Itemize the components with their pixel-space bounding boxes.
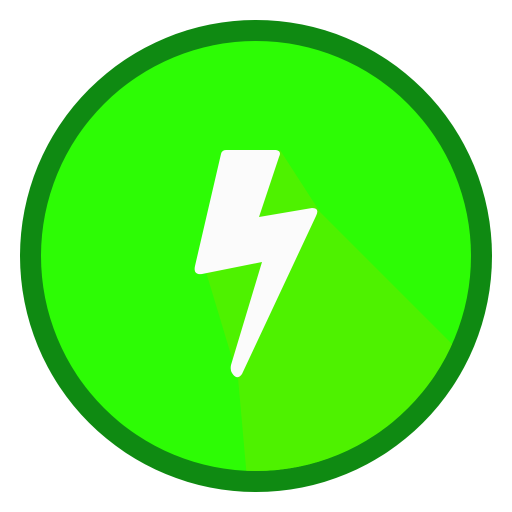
app-icon[interactable] bbox=[0, 0, 512, 512]
app-icon-canvas bbox=[0, 0, 512, 512]
